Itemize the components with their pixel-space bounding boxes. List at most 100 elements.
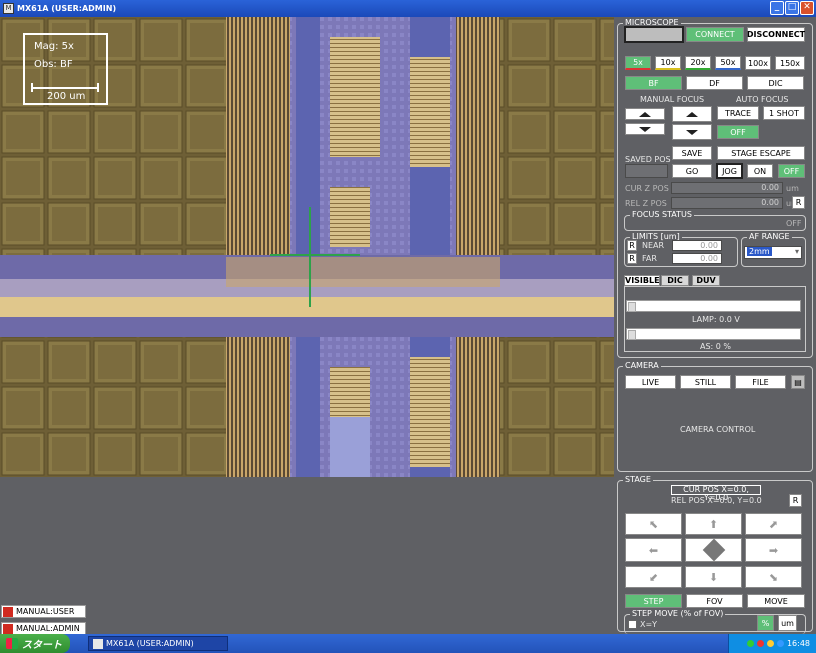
diamond-icon <box>702 538 725 562</box>
tab-visible[interactable]: VISIBLE <box>624 275 660 286</box>
arrow-up-icon <box>686 111 698 117</box>
saved-pos-label: SAVED POS <box>625 155 671 164</box>
stage-down-left-button[interactable]: ⬋ <box>625 566 682 588</box>
arrow-right-icon: ➡ <box>768 543 779 557</box>
focus-status-group: FOCUS STATUS <box>624 210 806 231</box>
taskbar: スタート MX61A (USER:ADMIN) 16:48 <box>0 634 816 653</box>
jog-off-button[interactable]: OFF <box>778 164 805 178</box>
stage-right-button[interactable]: ➡ <box>745 538 802 562</box>
cur-z-pos-unit: um <box>786 184 799 193</box>
stage-up-right-button[interactable]: ⬈ <box>745 513 802 535</box>
far-label: FAR <box>642 254 657 263</box>
tray-security-icon[interactable] <box>756 640 764 647</box>
go-button[interactable]: GO <box>672 164 712 178</box>
xy-checkbox[interactable] <box>628 620 637 629</box>
near-reset-button[interactable]: R <box>627 240 637 251</box>
focus-status-title: FOCUS STATUS <box>630 210 694 220</box>
stage-center-button[interactable] <box>685 538 742 562</box>
pdf-icon <box>3 606 13 617</box>
camera-file-button[interactable]: FILE <box>735 375 786 389</box>
tab-dic[interactable]: DIC <box>661 275 689 286</box>
camera-save-icon[interactable]: ▤ <box>791 375 805 389</box>
af-one-shot-button[interactable]: 1 SHOT <box>763 106 805 120</box>
objective-10x-button[interactable]: 10x <box>655 56 681 70</box>
focus-down-fine-button[interactable] <box>625 123 665 135</box>
objective-100x-button[interactable]: 100x <box>745 56 771 70</box>
manual-user-label: MANUAL:USER <box>16 607 75 616</box>
objective-50x-button[interactable]: 50x <box>715 56 741 70</box>
start-button[interactable]: スタート <box>0 634 70 653</box>
objective-20x-button[interactable]: 20x <box>685 56 711 70</box>
save-position-button[interactable]: SAVE <box>672 146 712 160</box>
disconnect-button[interactable]: DISCONNECT <box>747 27 805 42</box>
far-field[interactable]: 0.00 <box>672 253 722 264</box>
focus-up-coarse-button[interactable] <box>672 106 712 122</box>
jog-on-button[interactable]: ON <box>747 164 773 178</box>
magnification-label: Mag: 5x <box>34 41 74 52</box>
camera-still-button[interactable]: STILL <box>680 375 731 389</box>
stage-step-button[interactable]: STEP <box>625 594 682 608</box>
minimize-icon[interactable]: _ <box>770 1 784 15</box>
maximize-icon[interactable]: □ <box>785 1 799 15</box>
app-icon <box>93 638 103 649</box>
tray-app-icon[interactable] <box>776 640 784 647</box>
tray-volume-icon[interactable] <box>766 640 774 647</box>
objective-5x-button[interactable]: 5x <box>625 56 651 70</box>
lamp-label: LAMP: 0.0 V <box>692 315 740 324</box>
as-label: AS: 0 % <box>700 342 732 351</box>
camera-title: CAMERA <box>623 361 661 371</box>
scale-bar <box>31 81 99 92</box>
focus-up-fine-button[interactable] <box>625 108 665 120</box>
arrow-down-icon <box>686 129 698 135</box>
af-off-button[interactable]: OFF <box>717 125 759 139</box>
connect-button[interactable]: CONNECT <box>686 27 744 42</box>
as-slider[interactable] <box>626 328 801 340</box>
manual-user-tab[interactable]: MANUAL:USER <box>1 605 86 618</box>
near-field[interactable]: 0.00 <box>672 240 722 251</box>
title-bar: M MX61A (USER:ADMIN) _ □ ✕ <box>0 0 816 17</box>
focus-down-coarse-button[interactable] <box>672 124 712 140</box>
microscope-image[interactable]: Mag: 5x Obs: BF 200 um <box>0 17 614 477</box>
stage-up-left-button[interactable]: ⬉ <box>625 513 682 535</box>
stage-left-button[interactable]: ⬅ <box>625 538 682 562</box>
far-reset-button[interactable]: R <box>627 253 637 264</box>
rel-z-pos-label: REL Z POS <box>625 199 667 208</box>
stage-escape-button[interactable]: STAGE ESCAPE <box>717 146 805 160</box>
arrow-down-icon <box>639 126 651 132</box>
lamp-slider[interactable] <box>626 300 801 312</box>
stage-cur-pos: CUR POS X=0.0, Y=0.0 <box>671 485 761 502</box>
focus-status-value: OFF <box>786 219 802 228</box>
stage-up-button[interactable]: ⬆ <box>685 513 742 535</box>
far-value: 0.00 <box>700 254 718 263</box>
stage-reset-button[interactable]: R <box>789 494 802 507</box>
jog-button[interactable]: JOG <box>716 163 743 179</box>
stage-down-button[interactable]: ⬇ <box>685 566 742 588</box>
arrow-down-left-icon: ⬋ <box>648 570 659 584</box>
objective-150x-button[interactable]: 150x <box>775 56 805 70</box>
windows-flag-icon <box>6 638 18 649</box>
rel-z-reset-button[interactable]: R <box>792 196 805 209</box>
manual-admin-label: MANUAL:ADMIN <box>16 624 80 633</box>
obs-bf-button[interactable]: BF <box>625 76 682 90</box>
af-range-select[interactable]: 2mm ▾ <box>744 246 802 259</box>
af-trace-button[interactable]: TRACE <box>717 106 759 120</box>
obs-dic-button[interactable]: DIC <box>747 76 804 90</box>
obs-df-button[interactable]: DF <box>686 76 743 90</box>
stage-down-right-button[interactable]: ⬊ <box>745 566 802 588</box>
close-icon[interactable]: ✕ <box>800 1 814 15</box>
app-icon[interactable]: M <box>3 3 14 14</box>
arrow-up-icon <box>639 111 651 117</box>
taskbar-app-label: MX61A (USER:ADMIN) <box>106 639 194 648</box>
taskbar-app-item[interactable]: MX61A (USER:ADMIN) <box>88 636 228 651</box>
manual-focus-label: MANUAL FOCUS <box>640 95 705 104</box>
tab-duv[interactable]: DUV <box>692 275 720 286</box>
percent-button[interactable]: % <box>757 615 774 631</box>
scale-label: 200 um <box>47 91 86 102</box>
saved-pos-field <box>625 164 668 178</box>
um-button[interactable]: um <box>778 615 797 631</box>
arrow-down-icon: ⬇ <box>708 570 719 584</box>
camera-live-button[interactable]: LIVE <box>625 375 676 389</box>
stage-move-button[interactable]: MOVE <box>747 594 805 608</box>
stage-fov-button[interactable]: FOV <box>686 594 743 608</box>
tray-network-icon[interactable] <box>746 640 754 647</box>
